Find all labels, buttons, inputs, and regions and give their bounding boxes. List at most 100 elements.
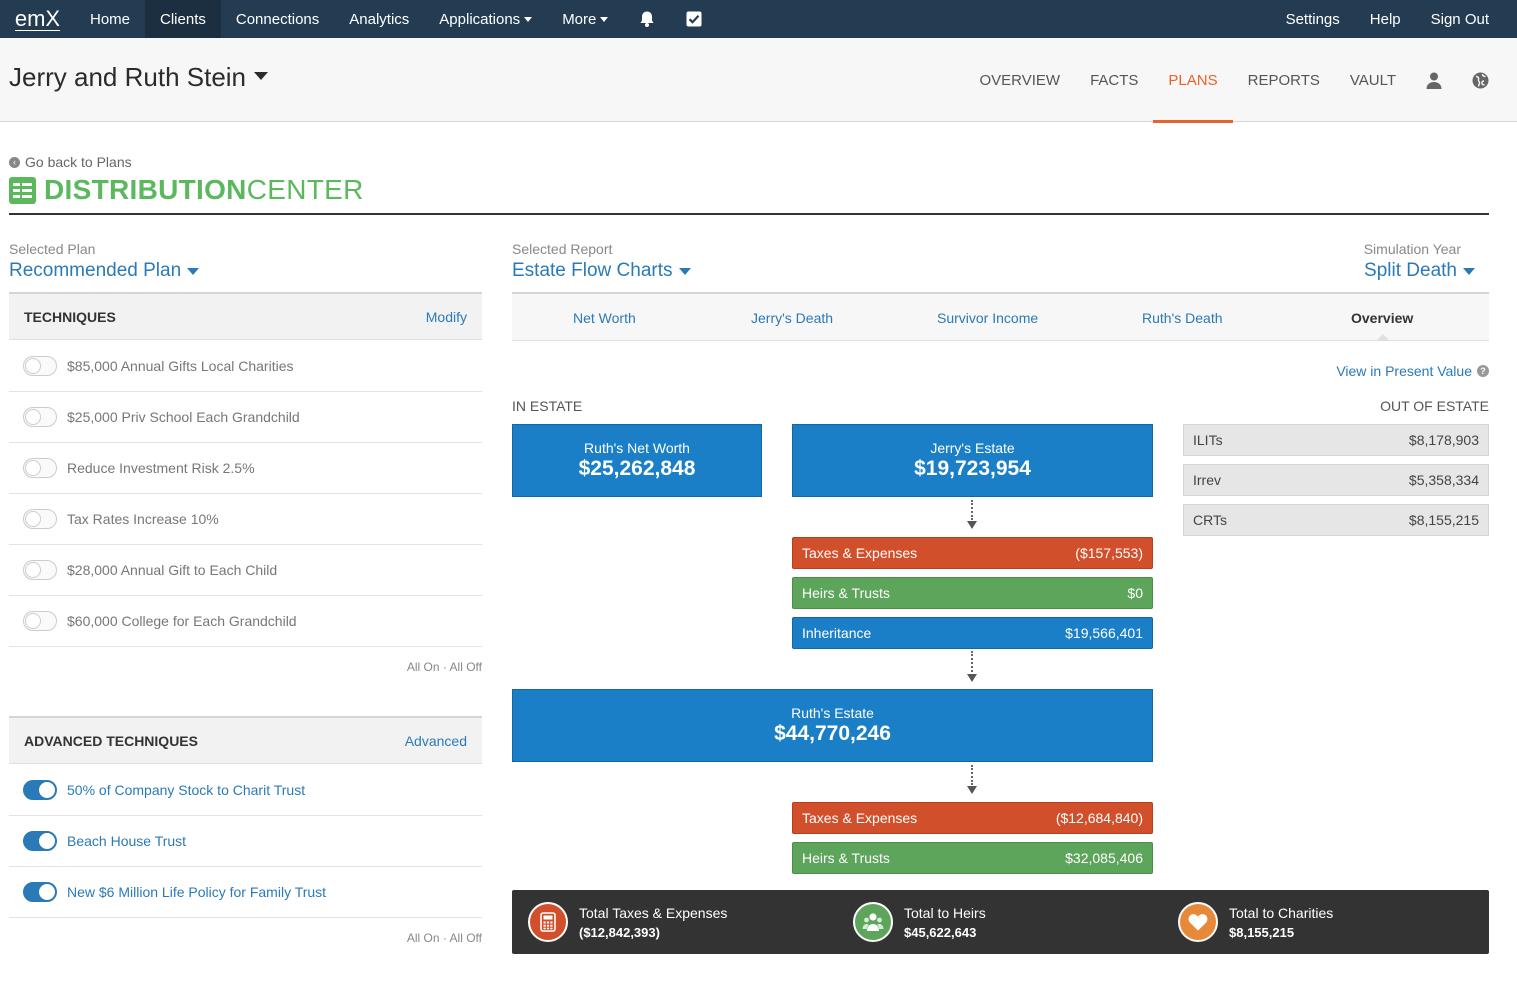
ruth-taxes-expenses-bar: Taxes & Expenses ($12,684,840) [792,802,1153,834]
title-divider [9,213,1489,215]
ruths-estate-box: Ruth's Estate $44,770,246 [512,689,1153,762]
technique-toggle[interactable] [23,831,57,851]
present-value-link[interactable]: View in Present Value? [1336,363,1489,379]
emx-logo[interactable]: emX [0,0,75,38]
bar-value: $32,085,406 [1065,850,1143,866]
technique-toggle[interactable] [23,560,57,580]
oe-value: $8,178,903 [1408,432,1479,448]
technique-label: $28,000 Annual Gift to Each Child [67,562,278,578]
active-tab-pointer [1376,334,1390,341]
technique-label: $85,000 Annual Gifts Local Charities [67,358,294,374]
out-of-estate-row: Irrev $5,358,334 [1183,464,1489,496]
report-tab-ruths-death[interactable]: Ruth's Death [1142,294,1223,341]
total-label: Total Taxes & Expenses [579,904,728,921]
nav-clients[interactable]: Clients [145,0,221,38]
total-label: Total to Charities [1229,904,1334,921]
jerry-inheritance-bar: Inheritance $19,566,401 [792,617,1153,649]
nav-home[interactable]: Home [75,0,145,38]
box-value: $44,770,246 [774,722,891,745]
report-tab-survivor-income[interactable]: Survivor Income [937,294,1038,341]
down-arrow-icon [967,674,977,682]
ruths-net-worth-box: Ruth's Net Worth $25,262,848 [512,424,762,497]
title-bold: DISTRIBUTION [44,174,247,205]
technique-row: $28,000 Annual Gift to Each Child [9,545,482,596]
report-tab-jerrys-death[interactable]: Jerry's Death [751,294,833,341]
people-icon [853,902,893,942]
nav-help[interactable]: Help [1355,0,1416,38]
box-label: Jerry's Estate [930,440,1015,456]
technique-toggle[interactable] [23,356,57,376]
jerry-taxes-expenses-bar: Taxes & Expenses ($157,553) [792,537,1153,569]
nav-more[interactable]: More [547,0,623,38]
total-value: ($12,842,393) [579,924,660,940]
selected-report-dropdown[interactable]: Estate Flow Charts [512,260,691,282]
bar-label: Taxes & Expenses [802,545,918,561]
advanced-technique-row: Beach House Trust [9,816,482,867]
report-tab-net-worth[interactable]: Net Worth [573,294,636,341]
tab-plans[interactable]: PLANS [1153,38,1233,123]
bar-value: ($12,684,840) [1055,810,1143,826]
nav-applications-label: Applications [439,10,521,28]
technique-toggle[interactable] [23,458,57,478]
bell-icon[interactable] [623,0,671,38]
tab-vault[interactable]: VAULT [1335,38,1411,122]
technique-row: $60,000 College for Each Grandchild [9,596,482,647]
technique-label[interactable]: New $6 Million Life Policy for Family Tr… [67,884,326,900]
simulation-year-dropdown[interactable]: Split Death [1364,260,1475,282]
box-value: $25,262,848 [578,457,696,480]
client-name-dropdown[interactable]: Jerry and Ruth Stein [9,62,269,93]
box-value: $19,723,954 [914,457,1031,480]
oe-value: $5,358,334 [1408,472,1479,488]
technique-label: Reduce Investment Risk 2.5% [67,460,255,476]
selected-plan-dropdown[interactable]: Recommended Plan [9,260,200,282]
flow-connector [971,500,973,520]
technique-row: $25,000 Priv School Each Grandchild [9,392,482,443]
total-value: $8,155,215 [1229,924,1295,940]
selected-plan-value: Recommended Plan [9,260,182,281]
technique-label[interactable]: Beach House Trust [67,833,186,849]
go-back-link[interactable]: ‹ Go back to Plans [9,154,132,170]
bar-label: Heirs & Trusts [802,850,890,866]
go-back-label: Go back to Plans [25,154,132,170]
down-arrow-icon [967,521,977,529]
technique-toggle[interactable] [23,882,57,902]
globe-icon[interactable] [1457,38,1503,122]
advanced-link[interactable]: Advanced [405,733,467,749]
bar-label: Taxes & Expenses [802,810,918,826]
checkbox-icon[interactable] [671,0,716,38]
technique-toggle[interactable] [23,780,57,800]
client-name: Jerry and Ruth Stein [9,62,247,92]
bar-value: $19,566,401 [1065,625,1143,641]
nav-connections[interactable]: Connections [221,0,334,38]
modify-link[interactable]: Modify [426,309,467,325]
back-arrow-icon: ‹ [9,156,20,168]
oe-label: ILITs [1193,432,1223,448]
box-label: Ruth's Estate [791,705,874,721]
distribution-center-icon [9,176,36,204]
all-on-off-toggle[interactable]: All On · All Off [300,660,482,674]
technique-toggle[interactable] [23,509,57,529]
tab-facts[interactable]: FACTS [1075,38,1153,122]
jerry-heirs-trusts-bar: Heirs & Trusts $0 [792,577,1153,609]
selected-report-label: Selected Report [512,241,613,257]
total-label: Total to Heirs [904,904,986,921]
total-taxes-expenses: Total Taxes & Expenses ($12,842,393) [528,890,727,954]
advanced-technique-row: 50% of Company Stock to Charit Trust [9,765,482,816]
technique-label[interactable]: 50% of Company Stock to Charit Trust [67,782,305,798]
help-icon[interactable]: ? [1477,365,1489,377]
all-on-off-toggle[interactable]: All On · All Off [300,931,482,945]
client-header: Jerry and Ruth Stein OVERVIEW FACTS PLAN… [0,38,1517,123]
nav-settings[interactable]: Settings [1271,0,1355,38]
chevron-down-icon [600,16,609,22]
technique-toggle[interactable] [23,611,57,631]
report-tabs: Net Worth Jerry's Death Survivor Income … [512,292,1489,341]
nav-applications[interactable]: Applications [424,0,547,38]
technique-toggle[interactable] [23,407,57,427]
nav-analytics[interactable]: Analytics [334,0,424,38]
box-label: Ruth's Net Worth [584,440,690,456]
tab-overview[interactable]: OVERVIEW [965,38,1076,122]
nav-sign-out[interactable]: Sign Out [1416,0,1517,38]
person-icon[interactable] [1411,38,1457,122]
jerrys-estate-box: Jerry's Estate $19,723,954 [792,424,1153,497]
tab-reports[interactable]: REPORTS [1233,38,1335,122]
